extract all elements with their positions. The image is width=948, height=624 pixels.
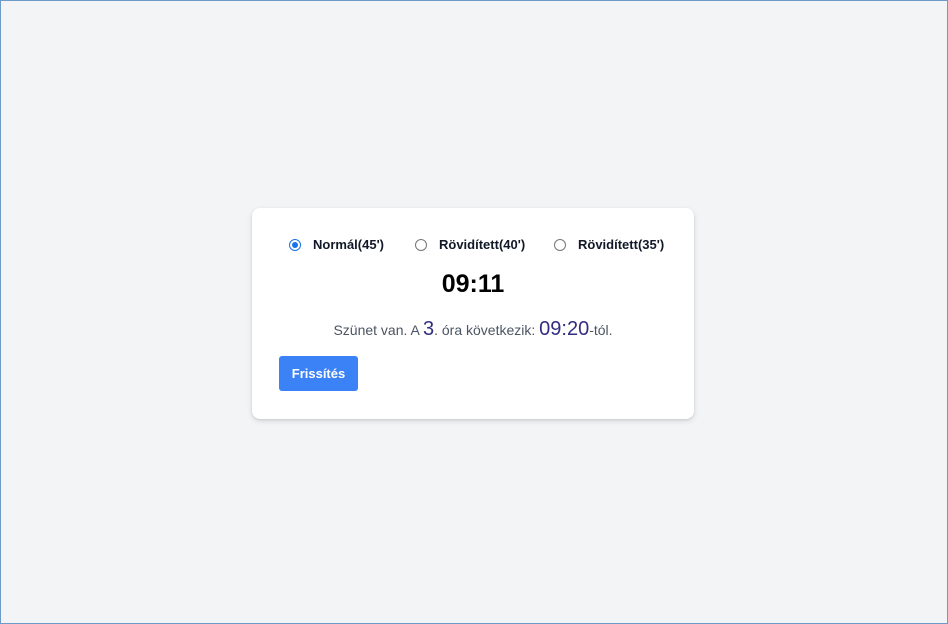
refresh-button[interactable]: Frissítés: [279, 356, 358, 391]
status-middle: . óra következik:: [434, 322, 540, 338]
next-lesson-number: 3: [422, 318, 435, 340]
radio-button-normal-45[interactable]: [289, 238, 301, 251]
radio-label-normal-45: Normál(45'): [313, 237, 384, 252]
radio-label-shortened-35: Rövidített(35'): [578, 237, 665, 252]
status-suffix: -tól.: [589, 322, 613, 338]
bell-schedule-options: Normál(45') Rövidített(40') Rövidített(3…: [252, 237, 694, 257]
radio-button-shortened-35[interactable]: [554, 238, 566, 251]
radio-option-normal-45[interactable]: Normál(45'): [289, 237, 384, 252]
status-prefix: Szünet van. A: [333, 322, 423, 338]
radio-option-shortened-40[interactable]: Rövidített(40'): [415, 237, 525, 252]
radio-option-shortened-35[interactable]: Rövidített(35'): [554, 237, 664, 252]
status-message: Szünet van. A 3. óra következik: 09:20-t…: [252, 318, 694, 341]
current-time: 09:11: [441, 270, 505, 298]
radio-button-shortened-40[interactable]: [415, 238, 427, 251]
schedule-card: Normál(45') Rövidített(40') Rövidített(3…: [252, 208, 694, 419]
next-lesson-time: 09:20: [539, 318, 590, 340]
radio-label-shortened-40: Rövidített(40'): [439, 237, 526, 252]
